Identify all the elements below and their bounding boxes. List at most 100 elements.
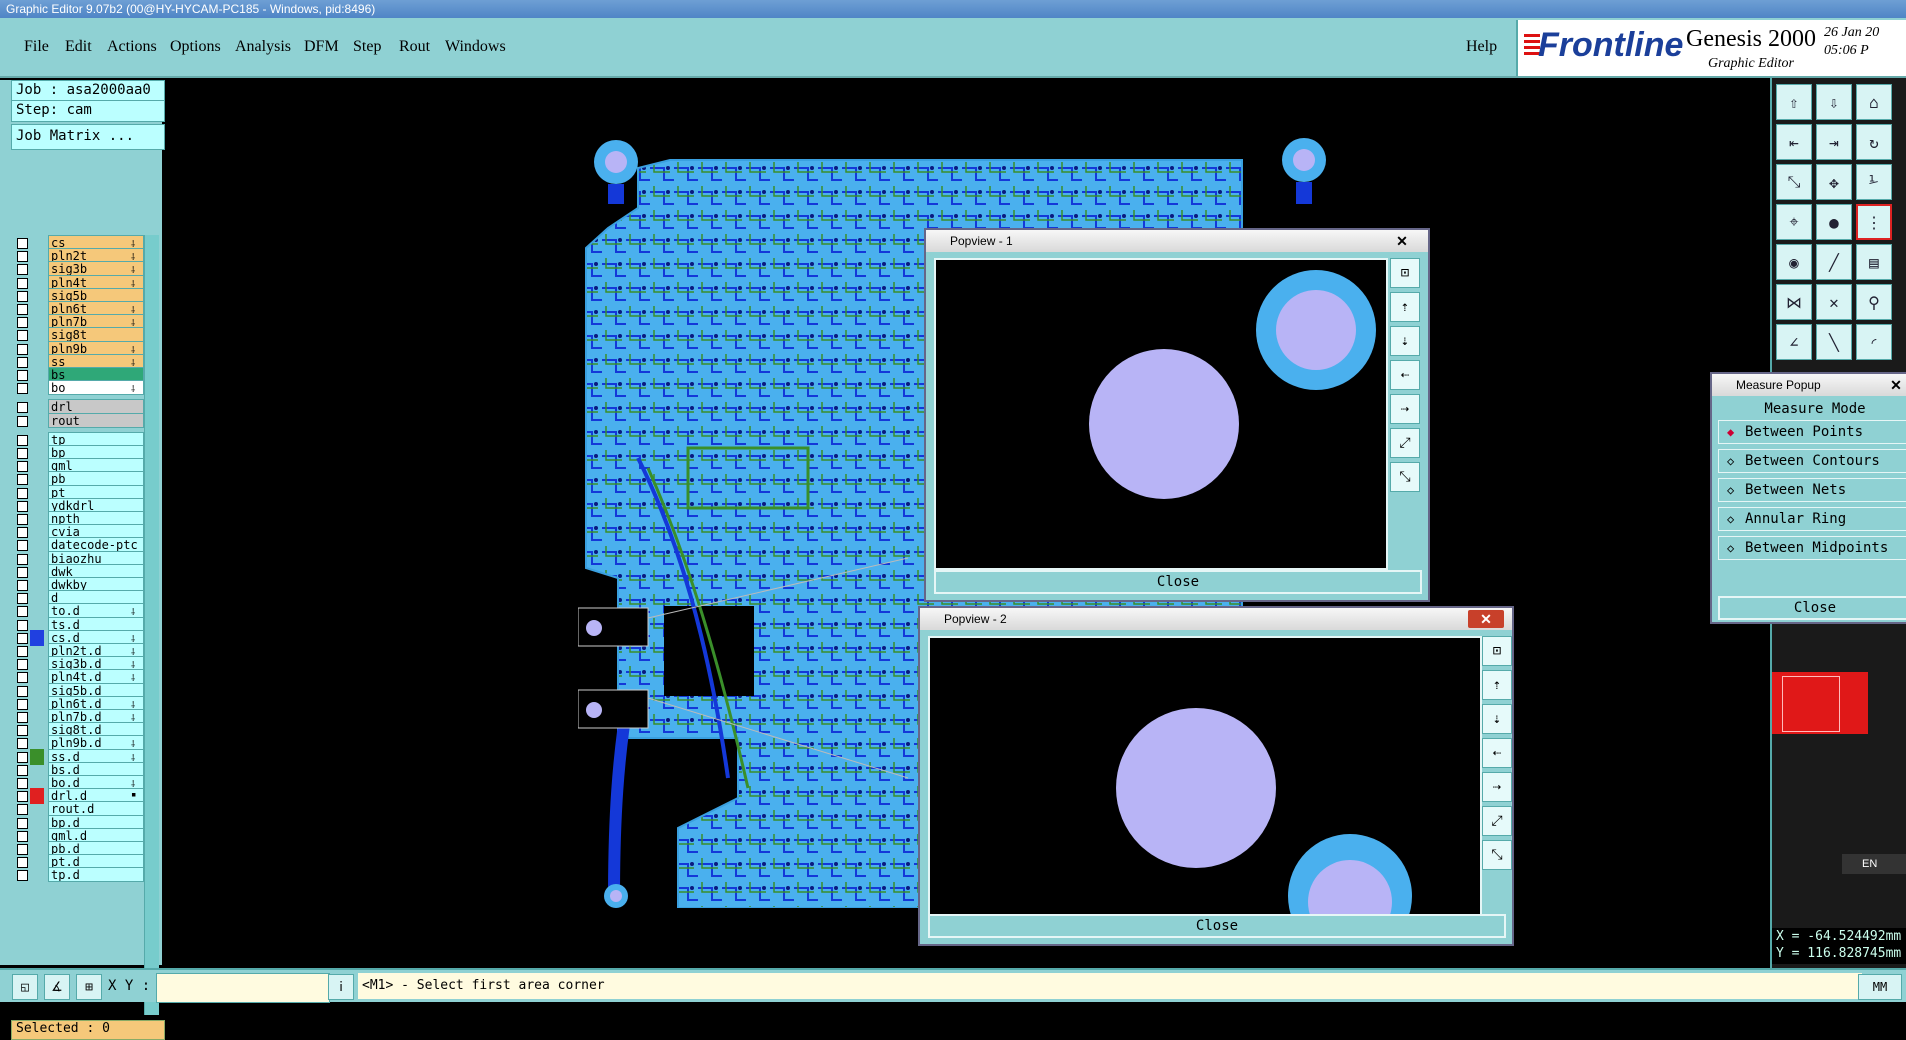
menu-edit[interactable]: Edit	[65, 38, 92, 56]
connect-icon[interactable]: ⋈	[1776, 284, 1812, 320]
zoom-fit-icon[interactable]: ⊡	[1482, 636, 1512, 666]
pad-large	[1116, 708, 1276, 868]
menu-analysis[interactable]: Analysis	[235, 38, 291, 56]
scale-icon[interactable]: ⅟	[1856, 164, 1892, 200]
layer-affected-icon: ▪	[131, 790, 137, 801]
menu-actions[interactable]: Actions	[107, 38, 157, 56]
layer-row[interactable]: bo ⸸	[11, 380, 159, 396]
radio-icon: ◇	[1727, 454, 1735, 468]
zoom-in-icon[interactable]: ⤢	[1482, 806, 1512, 836]
pan-left-icon[interactable]: ⇠	[1482, 738, 1512, 768]
layer-checkbox[interactable]	[17, 415, 28, 427]
popview-2-close-x[interactable]: ✕	[1468, 610, 1504, 628]
snap-icon[interactable]: ●	[1816, 204, 1852, 240]
pan-left-icon[interactable]: ⇠	[1390, 360, 1420, 390]
pan-down-icon[interactable]: ⇣	[1390, 326, 1420, 356]
layer-checkbox[interactable]	[17, 870, 28, 882]
net-icon[interactable]: ⋮	[1856, 204, 1892, 240]
option-between-midpoints[interactable]: ◇ Between Midpoints	[1718, 536, 1906, 560]
layer-row[interactable]: tp.d	[11, 867, 159, 883]
fiducial-top-right	[1282, 138, 1326, 204]
open-icon[interactable]: ⇧	[1776, 84, 1812, 120]
popview-2-close-button[interactable]: Close	[928, 914, 1506, 938]
step-label: Step: cam	[11, 100, 165, 122]
popview-2-toolbar: ⊡ ⇡ ⇣ ⇠ ⇢ ⤢ ⤡	[1480, 636, 1514, 912]
product-name: Genesis 2000	[1686, 26, 1816, 52]
menu-windows[interactable]: Windows	[445, 38, 506, 56]
date: 26 Jan 20	[1824, 25, 1880, 40]
layer-name[interactable]: bo	[48, 380, 144, 396]
layer-checkbox[interactable]	[17, 383, 28, 395]
measure-icon[interactable]: ⌖	[1776, 204, 1812, 240]
option-between-points[interactable]: ◆ Between Points	[1718, 420, 1906, 444]
home-icon[interactable]: ⌂	[1856, 84, 1892, 120]
select-icon[interactable]: ◉	[1776, 244, 1812, 280]
job-matrix-button[interactable]: Job Matrix ...	[11, 124, 165, 150]
layer-row[interactable]: rout	[11, 412, 159, 429]
zoom-box-icon[interactable]: ⤡	[1776, 164, 1812, 200]
menu-options[interactable]: Options	[170, 38, 221, 56]
draw-line-icon[interactable]: ╱	[1816, 244, 1852, 280]
menu-help[interactable]: Help	[1466, 38, 1497, 56]
menu-rout[interactable]: Rout	[399, 38, 430, 56]
pan-down-icon[interactable]: ⇣	[1482, 704, 1512, 734]
radio-icon: ◇	[1727, 483, 1735, 497]
pattern-icon[interactable]: ▤	[1856, 244, 1892, 280]
layer-name[interactable]: tp.d	[48, 867, 144, 883]
measure-popup-close-x[interactable]: ✕	[1878, 376, 1906, 394]
option-between-contours[interactable]: ◇ Between Contours	[1718, 449, 1906, 473]
popview-1-canvas[interactable]	[934, 258, 1388, 570]
popview-2-window: Popview - 2 ✕ ⊡ ⇡ ⇣ ⇠ ⇢ ⤢ ⤡ Close	[918, 606, 1514, 946]
pan-right-icon[interactable]: ⇢	[1482, 772, 1512, 802]
status-bar: ◱ ∡ ⊞ X Y : ⅰ <M1> - Select first area c…	[0, 968, 1906, 1003]
measure-close-button[interactable]: Close	[1718, 596, 1906, 620]
popview-1-title: Popview - 1	[926, 230, 1428, 252]
zoom-fit-icon[interactable]: ⊡	[1390, 258, 1420, 288]
zoom-out-icon[interactable]: ⤡	[1390, 462, 1420, 492]
menu-file[interactable]: File	[24, 38, 49, 56]
move-left-icon[interactable]: ⇤	[1776, 124, 1812, 160]
link-icon[interactable]: ⚲	[1856, 284, 1892, 320]
popview-1-close-button[interactable]: Close	[934, 570, 1422, 594]
save-icon[interactable]: ⇩	[1816, 84, 1852, 120]
option-annular-ring[interactable]: ◇ Annular Ring	[1718, 507, 1906, 531]
arc-icon[interactable]: ◜	[1856, 324, 1892, 360]
grid-icon[interactable]: ⊞	[76, 974, 102, 1000]
info-icon[interactable]: ⅰ	[328, 974, 354, 1000]
pan-up-icon[interactable]: ⇡	[1482, 670, 1512, 700]
layer-list: cs ⸸ pln2t ⸸ sig3b ⸸ pln4t ⸸ sig5b pln6t ⸸ pln7b ⸸ si…	[11, 235, 159, 1010]
option-between-nets[interactable]: ◇ Between Nets	[1718, 478, 1906, 502]
delete-icon[interactable]: ✕	[1816, 284, 1852, 320]
snap-mode-icon[interactable]: ◱	[12, 974, 38, 1000]
popview-1-toolbar: ⊡ ⇡ ⇣ ⇠ ⇢ ⤢ ⤡	[1388, 258, 1422, 566]
layer-list-scrollbar[interactable]	[144, 235, 159, 1015]
angle-mode-icon[interactable]: ∡	[44, 974, 70, 1000]
selected-count: Selected : 0	[11, 1020, 165, 1040]
color-swatch[interactable]	[1772, 672, 1868, 734]
pan-right-icon[interactable]: ⇢	[1390, 394, 1420, 424]
angle-icon[interactable]: ∠	[1776, 324, 1812, 360]
units-button[interactable]: MM	[1858, 974, 1902, 1000]
center-icon[interactable]: ✥	[1816, 164, 1852, 200]
menu-step[interactable]: Step	[353, 38, 381, 56]
radio-selected-icon: ◆	[1727, 425, 1735, 439]
layer-name[interactable]: rout	[48, 412, 144, 428]
coord-y: Y = 116.828745mm	[1776, 946, 1902, 961]
popview-1-close-x[interactable]: ✕	[1384, 232, 1420, 250]
rotate-icon[interactable]: ↻	[1856, 124, 1892, 160]
popview-2-title: Popview - 2	[920, 608, 1512, 630]
popview-2-canvas[interactable]	[928, 636, 1482, 916]
xy-input[interactable]	[156, 973, 330, 1003]
pad-ring-inner	[1276, 290, 1356, 370]
zoom-out-icon[interactable]: ⤡	[1482, 840, 1512, 870]
language-indicator[interactable]: EN	[1842, 854, 1906, 874]
move-right-icon[interactable]: ⇥	[1816, 124, 1852, 160]
pan-up-icon[interactable]: ⇡	[1390, 292, 1420, 322]
job-label: Job : asa2000aa0	[11, 80, 165, 102]
command-prompt: <M1> - Select first area corner	[358, 973, 1862, 999]
zoom-in-icon[interactable]: ⤢	[1390, 428, 1420, 458]
menu-dfm[interactable]: DFM	[304, 38, 339, 56]
cursor-coordinates: X = -64.524492mm Y = 116.828745mm	[1772, 928, 1906, 964]
time: 05:06 P	[1824, 43, 1869, 58]
line-icon[interactable]: ╲	[1816, 324, 1852, 360]
